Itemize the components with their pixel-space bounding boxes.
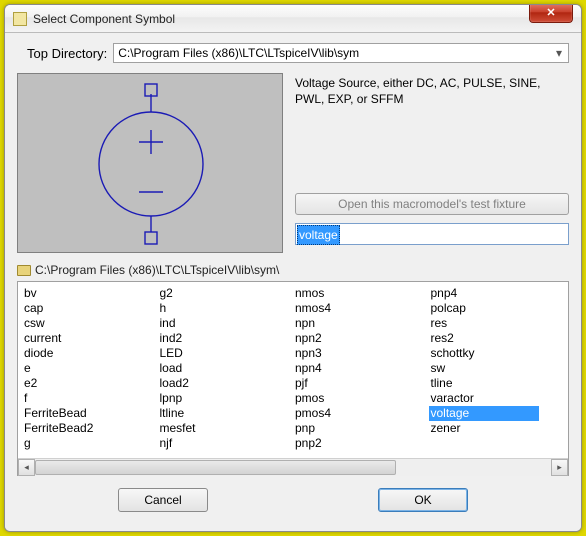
- list-item[interactable]: diode: [22, 346, 158, 361]
- chevron-down-icon: ▾: [552, 46, 566, 60]
- list-item[interactable]: load: [158, 361, 294, 376]
- list-item[interactable]: npn2: [293, 331, 429, 346]
- list-item[interactable]: mesfet: [158, 421, 294, 436]
- list-item[interactable]: voltage: [429, 406, 539, 421]
- list-item[interactable]: ltline: [158, 406, 294, 421]
- voltage-source-icon: [18, 74, 284, 254]
- list-item[interactable]: g: [22, 436, 158, 451]
- list-item[interactable]: pmos4: [293, 406, 429, 421]
- top-directory-combo[interactable]: C:\Program Files (x86)\LTC\LTspiceIV\lib…: [113, 43, 569, 63]
- list-item[interactable]: npn: [293, 316, 429, 331]
- list-item[interactable]: current: [22, 331, 158, 346]
- list-item[interactable]: pnp: [293, 421, 429, 436]
- scroll-right-button[interactable]: ▸: [551, 459, 568, 476]
- list-item[interactable]: res: [429, 316, 565, 331]
- list-item[interactable]: njf: [158, 436, 294, 451]
- list-item[interactable]: sw: [429, 361, 565, 376]
- symbol-preview: [17, 73, 283, 253]
- list-item[interactable]: npn3: [293, 346, 429, 361]
- list-item[interactable]: schottky: [429, 346, 565, 361]
- list-item[interactable]: FerriteBead: [22, 406, 158, 421]
- scroll-thumb[interactable]: [35, 460, 396, 475]
- scroll-left-button[interactable]: ◂: [18, 459, 35, 476]
- list-item[interactable]: e: [22, 361, 158, 376]
- list-item[interactable]: ind2: [158, 331, 294, 346]
- horizontal-scrollbar[interactable]: ◂ ▸: [18, 458, 568, 475]
- list-item[interactable]: pmos: [293, 391, 429, 406]
- app-icon: [13, 12, 27, 26]
- list-item[interactable]: lpnp: [158, 391, 294, 406]
- component-list[interactable]: bvcapcswcurrentdiodeee2fFerriteBeadFerri…: [17, 281, 569, 476]
- title-bar[interactable]: Select Component Symbol ✕: [5, 5, 581, 33]
- list-item[interactable]: tline: [429, 376, 565, 391]
- list-item[interactable]: csw: [22, 316, 158, 331]
- window-title: Select Component Symbol: [33, 12, 175, 26]
- folder-icon: [17, 265, 31, 276]
- list-item[interactable]: f: [22, 391, 158, 406]
- current-directory-path: C:\Program Files (x86)\LTC\LTspiceIV\lib…: [35, 263, 279, 277]
- top-directory-value: C:\Program Files (x86)\LTC\LTspiceIV\lib…: [118, 46, 359, 60]
- close-icon: ✕: [546, 6, 555, 19]
- list-item[interactable]: varactor: [429, 391, 565, 406]
- list-item[interactable]: ind: [158, 316, 294, 331]
- open-test-fixture-button[interactable]: Open this macromodel's test fixture: [295, 193, 569, 215]
- close-button[interactable]: ✕: [529, 4, 573, 23]
- list-item[interactable]: npn4: [293, 361, 429, 376]
- search-input[interactable]: voltage: [295, 223, 569, 245]
- cancel-button[interactable]: Cancel: [118, 488, 208, 512]
- list-item[interactable]: e2: [22, 376, 158, 391]
- list-item[interactable]: pnp2: [293, 436, 429, 451]
- scroll-track[interactable]: [35, 459, 551, 476]
- list-item[interactable]: pjf: [293, 376, 429, 391]
- list-item[interactable]: cap: [22, 301, 158, 316]
- list-item[interactable]: pnp4: [429, 286, 565, 301]
- ok-button[interactable]: OK: [378, 488, 468, 512]
- dialog-window: Select Component Symbol ✕ Top Directory:…: [4, 4, 582, 532]
- component-description: Voltage Source, either DC, AC, PULSE, SI…: [295, 73, 569, 193]
- list-item[interactable]: load2: [158, 376, 294, 391]
- top-directory-label: Top Directory:: [17, 46, 107, 61]
- list-item[interactable]: bv: [22, 286, 158, 301]
- list-item[interactable]: h: [158, 301, 294, 316]
- list-item[interactable]: LED: [158, 346, 294, 361]
- list-item[interactable]: g2: [158, 286, 294, 301]
- list-item[interactable]: nmos: [293, 286, 429, 301]
- list-item[interactable]: nmos4: [293, 301, 429, 316]
- list-item[interactable]: res2: [429, 331, 565, 346]
- list-item[interactable]: polcap: [429, 301, 565, 316]
- list-item[interactable]: FerriteBead2: [22, 421, 158, 436]
- list-item[interactable]: zener: [429, 421, 565, 436]
- search-value: voltage: [297, 225, 340, 245]
